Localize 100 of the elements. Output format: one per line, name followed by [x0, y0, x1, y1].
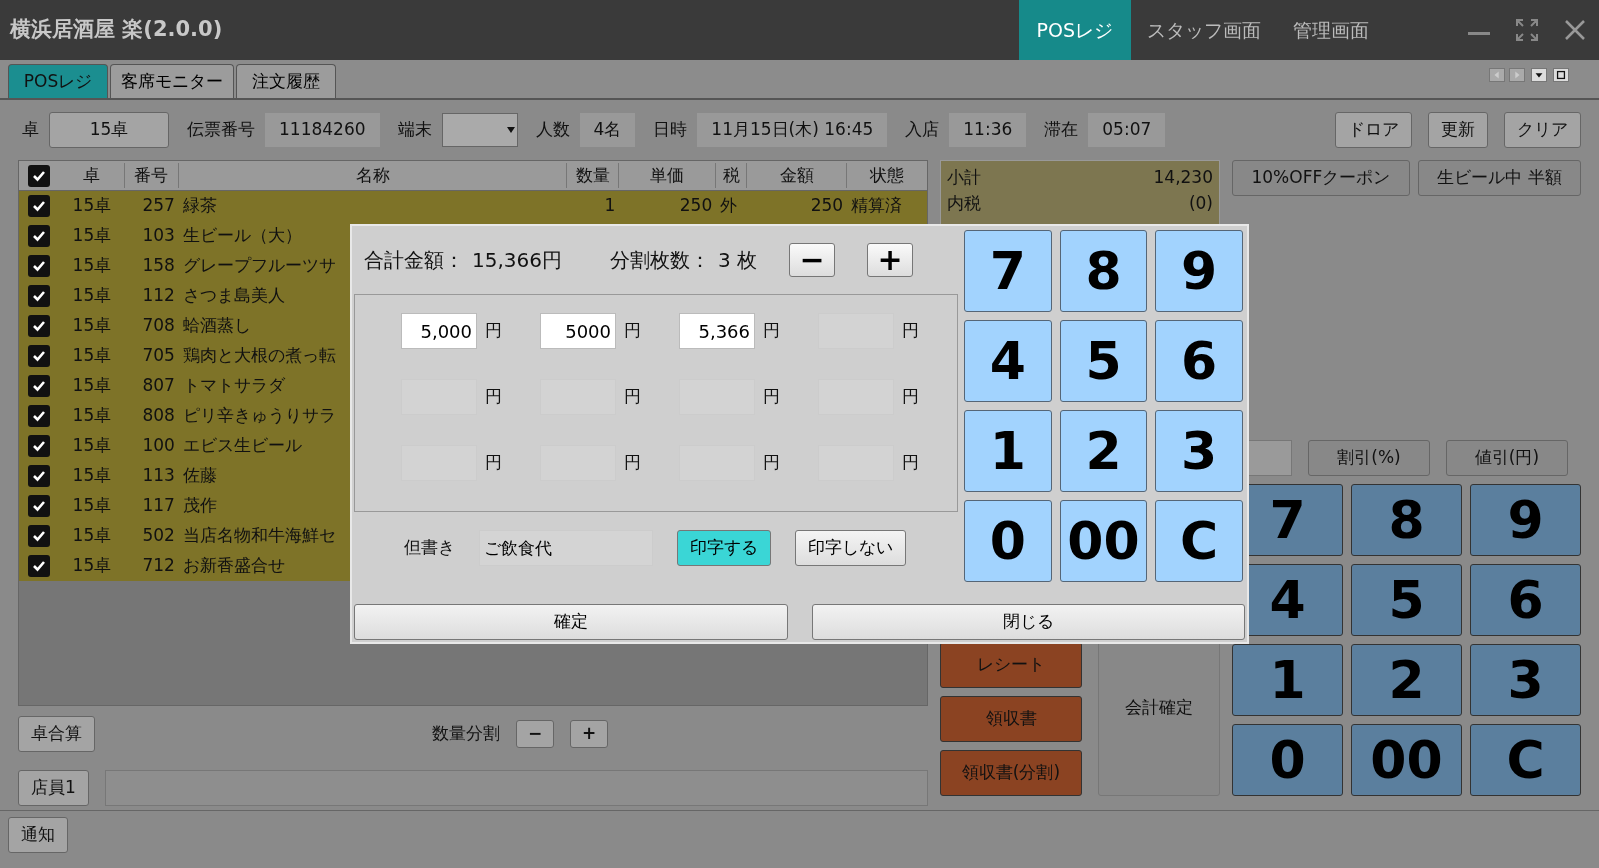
minus-button[interactable]: − [516, 720, 554, 748]
keypad-key[interactable]: C [1470, 724, 1581, 796]
dropdown-icon[interactable] [1531, 68, 1547, 82]
currency-unit: 円 [485, 319, 502, 343]
keypad-key[interactable]: 6 [1155, 320, 1243, 402]
scroll-left-icon[interactable] [1489, 68, 1505, 82]
tab[interactable]: POSレジ [8, 64, 108, 98]
keypad-key[interactable]: 8 [1059, 230, 1148, 312]
keypad-key[interactable]: C [1155, 500, 1243, 582]
currency-unit: 円 [763, 385, 780, 409]
table-cell: 15卓 [72, 225, 112, 246]
checkbox[interactable] [28, 255, 50, 277]
checkbox[interactable] [28, 375, 50, 397]
field-value: 4名 [579, 113, 636, 147]
column-header: 番号 [124, 162, 179, 189]
column-header: 名称 [178, 162, 568, 189]
maximize-icon[interactable] [1515, 18, 1539, 42]
checkbox[interactable] [28, 555, 50, 577]
field-label: 滞在 [1043, 118, 1080, 142]
keypad-key[interactable]: 7 [964, 230, 1052, 312]
header-button[interactable]: クリア [1504, 112, 1581, 148]
plus-button[interactable]: + [867, 243, 914, 277]
mode-tab[interactable]: 管理画面 [1277, 0, 1385, 60]
table-cell: 1 [604, 195, 616, 216]
checkbox[interactable] [28, 435, 50, 457]
note-field[interactable]: ご飲食代 [479, 530, 653, 566]
keypad-key[interactable]: 5 [1059, 320, 1148, 402]
keypad-key[interactable]: 3 [1155, 410, 1243, 492]
keypad-key[interactable]: 9 [1470, 484, 1581, 556]
table-cell: グレープフルーツサ [182, 255, 336, 276]
mode-tab[interactable]: スタッフ画面 [1131, 0, 1277, 60]
table-cell: 当店名物和牛海鮮セ [182, 525, 336, 546]
table-cell: 茂作 [182, 495, 217, 516]
minus-button[interactable]: − [789, 243, 836, 277]
checkbox[interactable] [28, 195, 50, 217]
checkbox[interactable] [28, 495, 50, 517]
terminal-dropdown[interactable] [441, 113, 518, 147]
window-icon[interactable] [1553, 68, 1569, 82]
keypad-key[interactable]: 2 [1059, 410, 1148, 492]
checkbox[interactable] [28, 465, 50, 487]
table-merge-button[interactable]: 卓合算 [18, 716, 95, 752]
staff-button[interactable]: 店員1 [18, 770, 89, 806]
checkbox[interactable] [28, 285, 50, 307]
currency-unit: 円 [624, 385, 641, 409]
table-cell: 15卓 [72, 525, 112, 546]
coupon-button[interactable]: 生ビール中 半額 [1417, 160, 1581, 196]
tab[interactable]: 客席モニター [110, 64, 234, 98]
field-label: 卓 [21, 118, 40, 142]
dialog-button[interactable]: 閉じる [811, 604, 1245, 640]
close-icon[interactable] [1563, 18, 1587, 42]
keypad-key[interactable]: 3 [1470, 644, 1581, 716]
keypad-key[interactable]: 8 [1351, 484, 1462, 556]
tab[interactable]: 注文履歴 [236, 64, 336, 98]
checkbox[interactable] [28, 225, 50, 247]
keypad-key[interactable]: 4 [964, 320, 1052, 402]
checkbox[interactable] [28, 525, 50, 547]
dialog-button[interactable]: 確定 [354, 604, 788, 640]
amount-field[interactable]: 5,366 [679, 313, 755, 349]
checkbox[interactable] [28, 315, 50, 337]
table-select-button[interactable]: 15卓 [49, 112, 169, 148]
currency-unit: 円 [624, 451, 641, 475]
keypad-key[interactable]: 9 [1155, 230, 1243, 312]
keypad-key[interactable]: 1 [1232, 644, 1343, 716]
keypad-key[interactable]: 2 [1351, 644, 1462, 716]
table-cell: 緑茶 [182, 195, 217, 216]
amount-field[interactable]: 5,000 [401, 313, 477, 349]
currency-unit: 円 [624, 319, 641, 343]
field-value: 11184260 [265, 113, 380, 147]
discount-button[interactable]: 値引(円) [1446, 440, 1568, 476]
keypad-key[interactable]: 6 [1470, 564, 1581, 636]
header-button[interactable]: 更新 [1428, 112, 1488, 148]
table-cell: 808 [142, 405, 175, 426]
split-count-label: 分割枚数： [610, 247, 710, 274]
table-cell: 生ビール（大） [182, 225, 302, 246]
print-option-button[interactable]: 印字しない [795, 530, 906, 566]
column-header: 税 [716, 162, 748, 189]
checkbox[interactable] [28, 345, 50, 367]
coupon-button[interactable]: 10%OFFクーポン [1232, 160, 1410, 196]
notify-button[interactable]: 通知 [8, 817, 68, 853]
currency-unit: 円 [763, 451, 780, 475]
discount-button[interactable]: 割引(%) [1308, 440, 1430, 476]
keypad-key[interactable]: 00 [1351, 724, 1462, 796]
plus-button[interactable]: + [570, 720, 608, 748]
keypad-key[interactable]: 0 [1232, 724, 1343, 796]
keypad-key[interactable]: 5 [1351, 564, 1462, 636]
keypad-key[interactable]: 1 [964, 410, 1052, 492]
checkbox[interactable] [28, 164, 50, 187]
amount-field[interactable]: 5000 [540, 313, 616, 349]
print-option-button[interactable]: 印字する [677, 530, 771, 566]
scroll-right-icon[interactable] [1509, 68, 1525, 82]
table-cell: 103 [142, 225, 175, 246]
field-label: 人数 [534, 118, 571, 142]
field-label: 入店 [904, 118, 941, 142]
keypad-key[interactable]: 0 [964, 500, 1052, 582]
mode-tab[interactable]: POSレジ [1018, 0, 1131, 60]
keypad-key[interactable]: 00 [1059, 500, 1148, 582]
header-button[interactable]: ドロア [1335, 112, 1412, 148]
field-label: 日時 [652, 118, 689, 142]
checkbox[interactable] [28, 405, 50, 427]
table-cell: 250 [679, 195, 713, 216]
